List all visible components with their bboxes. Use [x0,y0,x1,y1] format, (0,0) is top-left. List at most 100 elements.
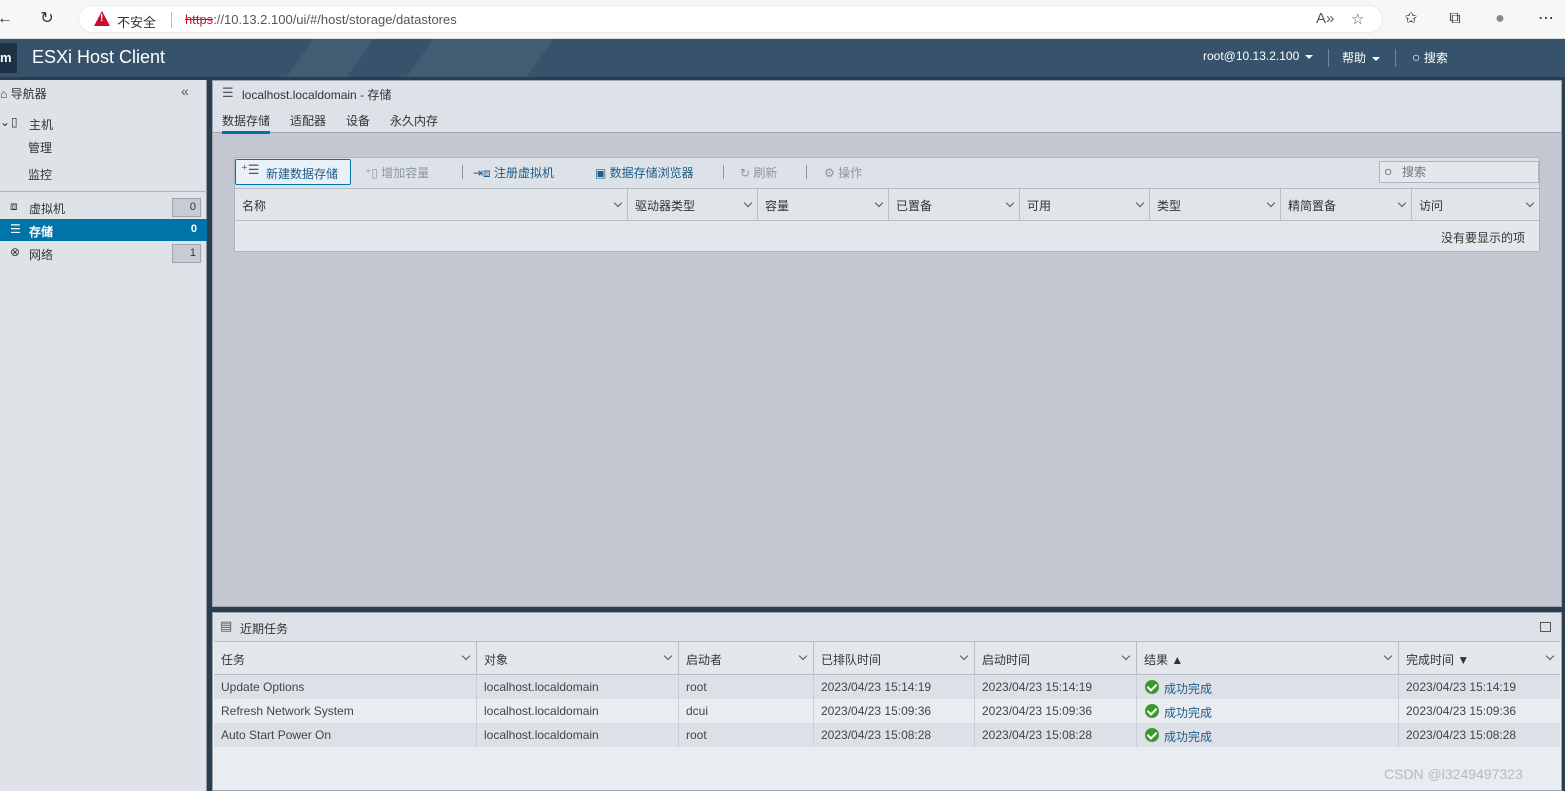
column-header-target[interactable]: 对象 [477,642,679,675]
nav-item-label: 网络 [29,248,54,262]
nav-host-manage[interactable]: 管理 [0,135,207,157]
chevron-down-icon[interactable] [1397,198,1407,208]
nav-item-storage[interactable]: ☰ 存储 0 [0,219,207,241]
nav-divider [0,191,207,192]
nav-monitor-label: 监控 [28,168,53,182]
header-divider [1328,49,1329,67]
chevron-down-icon[interactable] [798,651,808,661]
add-favorite-icon[interactable]: ☆ [1351,10,1364,28]
column-header-result[interactable]: 结果 ▲ [1137,642,1399,675]
search-input[interactable] [1402,165,1532,179]
chevron-down-icon[interactable] [874,198,884,208]
nav-item-network[interactable]: ⊗ 网络 1 [0,242,207,264]
chevron-down-icon[interactable] [1266,198,1276,208]
increase-capacity-icon: ⁺▯ [365,166,382,180]
app-header: m ESXi Host Client root@10.13.2.100 帮助 ○… [0,39,1565,77]
register-vm-button[interactable]: ⇥⧈ 注册虚拟机 [473,164,554,181]
column-header-thin-provisioning[interactable]: 精简置备 [1281,188,1412,221]
user-label: root@10.13.2.100 [1203,49,1300,63]
count-badge: 1 [172,244,201,263]
nav-item-vms[interactable]: ⧈ 虚拟机 0 [0,196,207,218]
header-search-label: 搜索 [1423,51,1448,65]
gear-icon: ⚙ [824,166,839,180]
column-header-task[interactable]: 任务 [214,642,477,675]
reload-icon[interactable]: ↻ [36,8,58,30]
column-header-provisioned[interactable]: 已置备 [889,188,1020,221]
column-header-queued[interactable]: 已排队时间 [814,642,975,675]
column-header-drive-type[interactable]: 驱动器类型 [628,188,758,221]
nav-manage-label: 管理 [28,141,53,155]
profile-avatar-icon[interactable]: ● [1489,8,1511,30]
favorites-icon[interactable]: ✩ [1400,8,1422,30]
collections-icon[interactable]: ⧉ [1444,8,1466,30]
insecure-label[interactable]: 不安全 [117,12,156,31]
cell-queued: 2023/04/23 15:09:36 [814,699,975,723]
column-header-completed[interactable]: 完成时间 ▼ [1399,642,1560,675]
user-menu[interactable]: root@10.13.2.100 [1203,49,1314,63]
success-check-icon [1145,728,1159,742]
read-aloud-icon[interactable]: A» [1316,10,1334,27]
home-icon: ⌂ [0,87,8,101]
collapse-icon[interactable]: « [181,83,189,99]
cell-result: 成功完成 [1137,699,1399,723]
cell-queued: 2023/04/23 15:08:28 [814,723,975,747]
help-menu[interactable]: 帮助 [1342,49,1381,66]
header-search[interactable]: ○ 搜索 [1412,49,1448,66]
column-header-capacity[interactable]: 容量 [758,188,889,221]
url-text[interactable]: https://10.13.2.100/ui/#/host/storage/da… [185,12,457,27]
tab-datastores[interactable]: 数据存储 [222,112,271,134]
tab-persistent-memory[interactable]: 永久内存 [390,112,438,129]
cell-target: localhost.localdomain [477,699,679,723]
chevron-down-icon[interactable] [1135,198,1145,208]
actions-button[interactable]: ⚙ 操作 [824,164,862,181]
chevron-down-icon[interactable] [1545,651,1555,661]
count-badge: 0 [172,221,201,240]
table-row[interactable]: Refresh Network System localhost.localdo… [214,699,1560,723]
chevron-down-icon[interactable] [743,198,753,208]
back-icon[interactable]: ← [0,8,16,30]
table-row[interactable]: Update Options localhost.localdomain roo… [214,675,1560,699]
table-row[interactable]: Auto Start Power On localhost.localdomai… [214,723,1560,747]
header-stripe [406,39,554,77]
column-header-initiator[interactable]: 启动者 [679,642,814,675]
tab-adapters[interactable]: 适配器 [290,112,326,129]
chevron-down-icon [1305,54,1314,59]
column-header-name[interactable]: 名称 [235,188,628,221]
column-header-type[interactable]: 类型 [1150,188,1281,221]
column-header-access[interactable]: 访问 [1412,188,1539,221]
increase-capacity-button[interactable]: ⁺▯ 增加容量 [365,164,429,181]
help-label: 帮助 [1342,51,1367,65]
search-icon: ○ [1412,49,1421,65]
nav-host-monitor[interactable]: 监控 [0,162,207,184]
maximize-icon[interactable] [1540,622,1551,632]
empty-row: 没有要显示的项 [235,221,1539,251]
chevron-down-icon[interactable] [663,651,673,661]
new-datastore-label: 新建数据存储 [266,167,339,181]
tab-devices[interactable]: 设备 [346,112,370,129]
cell-initiator: root [679,675,814,699]
result-label: 成功完成 [1164,682,1213,696]
chevron-down-icon[interactable] [959,651,969,661]
refresh-button[interactable]: ↻ 刷新 [740,164,777,181]
nav-host[interactable]: ⌄ ▯ 主机 [0,112,207,134]
search-icon: ○ [1384,163,1393,179]
page-title: localhost.localdomain - 存储 [242,88,392,102]
refresh-label: 刷新 [753,166,778,180]
more-menu-icon[interactable]: ⋯ [1535,8,1557,30]
chevron-down-icon[interactable] [1121,651,1131,661]
folder-icon: ▣ [595,166,610,180]
datastore-browser-button[interactable]: ▣ 数据存储浏览器 [595,164,694,181]
chevron-down-icon[interactable] [613,198,623,208]
chevron-down-icon[interactable] [1525,198,1535,208]
column-header-started[interactable]: 启动时间 [975,642,1137,675]
new-datastore-button[interactable]: ⁺☰ 新建数据存储 [235,159,352,185]
grid-search[interactable]: ○ [1379,161,1539,183]
chevron-down-icon[interactable] [461,651,471,661]
main-panel: ☰ localhost.localdomain - 存储 数据存储 适配器 设备… [212,80,1562,607]
address-bar[interactable]: 不安全 https://10.13.2.100/ui/#/host/storag… [78,5,1383,33]
column-header-free[interactable]: 可用 [1020,188,1150,221]
cell-started: 2023/04/23 15:14:19 [975,675,1137,699]
cell-completed: 2023/04/23 15:08:28 [1406,728,1517,742]
chevron-down-icon[interactable] [1005,198,1015,208]
chevron-down-icon[interactable] [1383,651,1393,661]
